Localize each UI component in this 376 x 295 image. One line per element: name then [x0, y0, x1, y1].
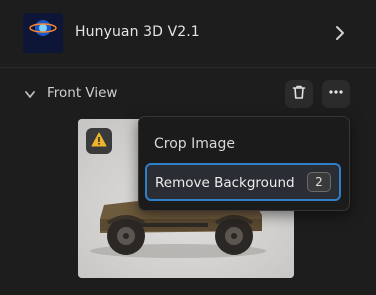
- menu-item-remove-background[interactable]: Remove Background 2: [145, 163, 341, 201]
- trash-icon: [291, 84, 307, 104]
- context-menu: Crop Image Remove Background 2: [138, 116, 350, 211]
- shortcut-badge: 2: [307, 172, 331, 192]
- warning-icon: [91, 132, 107, 151]
- section-title: Front View: [47, 85, 118, 101]
- more-options-button[interactable]: [322, 80, 350, 108]
- front-view-section-header[interactable]: Front View: [0, 68, 376, 118]
- delete-button[interactable]: [285, 80, 313, 108]
- chevron-down-icon[interactable]: [23, 86, 37, 98]
- app-header[interactable]: Hunyuan 3D V2.1: [0, 0, 376, 68]
- more-horizontal-icon: [328, 84, 344, 104]
- app-title: Hunyuan 3D V2.1: [75, 24, 200, 40]
- menu-item-crop-image[interactable]: Crop Image: [154, 136, 235, 152]
- warning-badge[interactable]: [86, 128, 112, 154]
- hunyuan-logo-icon: [23, 13, 63, 53]
- menu-item-label: Remove Background: [155, 175, 295, 191]
- chevron-right-icon[interactable]: [333, 25, 347, 41]
